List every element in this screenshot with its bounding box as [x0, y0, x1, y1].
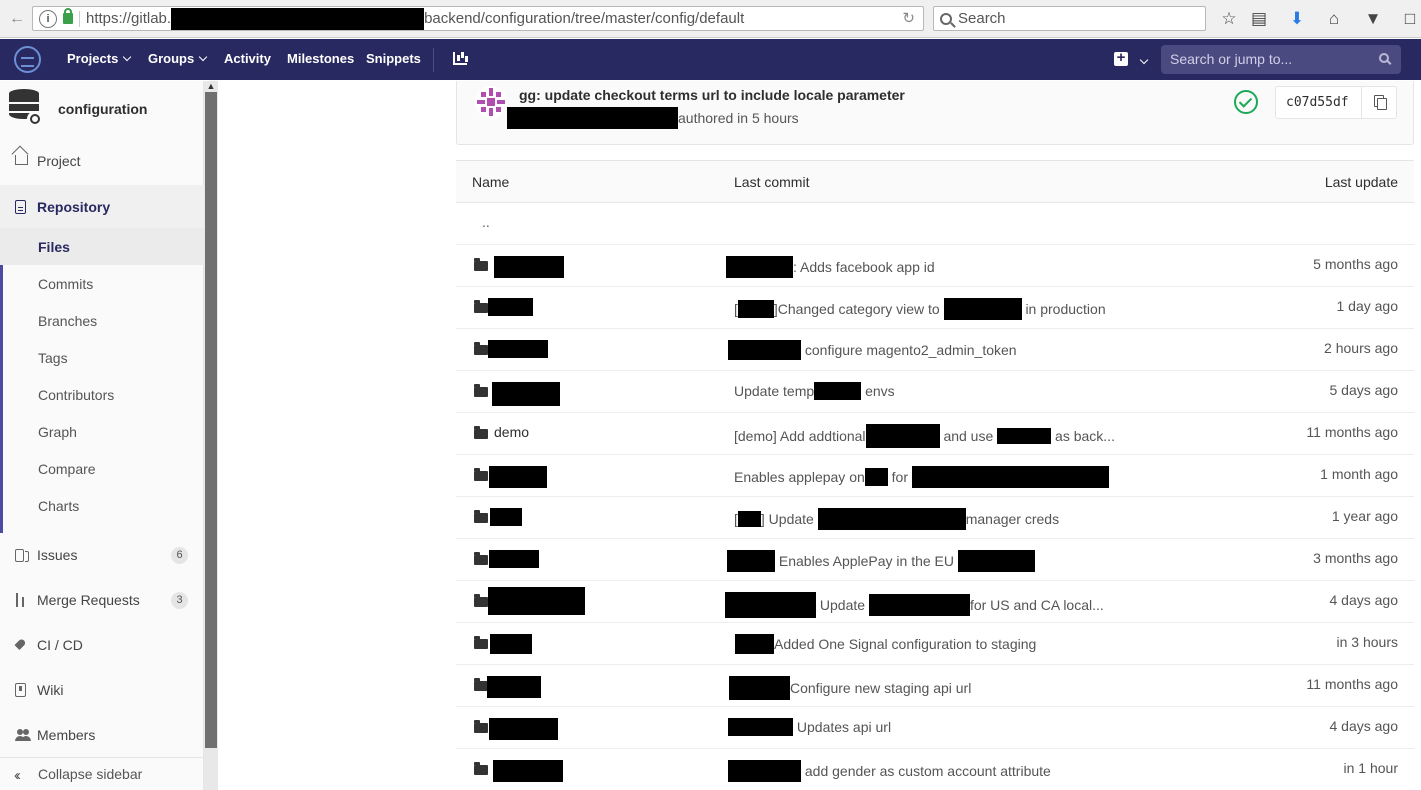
sidebar-subitem-tags[interactable]: Tags	[0, 339, 204, 376]
chart-icon[interactable]	[453, 52, 467, 65]
nav-divider	[433, 48, 434, 72]
sidebar-project-header[interactable]: configuration	[0, 81, 204, 137]
new-item-plus-icon[interactable]	[1114, 49, 1128, 66]
folder-icon	[474, 552, 488, 565]
table-row[interactable]: Added One Signal configuration to stagin…	[456, 623, 1414, 665]
folder-icon	[474, 258, 488, 271]
table-row[interactable]: Enables ApplePay in the EU 3 months ago	[456, 539, 1414, 581]
nav-snippets[interactable]: Snippets	[366, 51, 421, 66]
table-row[interactable]: Update for US and CA local... 4 days ago	[456, 581, 1414, 623]
gitlab-navbar: Projects Groups Activity Milestones Snip…	[0, 39, 1421, 80]
commit-title-link[interactable]: gg: update checkout terms url to include…	[519, 87, 905, 103]
browser-search-input[interactable]: Search	[933, 6, 1206, 31]
table-row[interactable]: : Adds facebook app id 5 months ago	[456, 245, 1414, 287]
book-icon	[15, 683, 26, 697]
folder-icon	[474, 678, 488, 691]
merge-requests-count-badge: 3	[171, 591, 188, 609]
sidebar-subitem-contributors[interactable]: Contributors	[0, 376, 204, 413]
database-icon	[9, 89, 43, 127]
lock-icon	[63, 8, 73, 24]
users-icon	[15, 729, 31, 741]
document-icon	[15, 199, 26, 214]
table-row[interactable]: configure magento2_admin_token 2 hours a…	[456, 329, 1414, 371]
table-row[interactable]: Updates api url 4 days ago	[456, 707, 1414, 749]
folder-icon	[474, 468, 488, 481]
sidebar-item-wiki[interactable]: Wiki	[0, 670, 204, 710]
bookmark-star-icon[interactable]: ☆	[1218, 8, 1240, 30]
nav-search-input[interactable]: Search or jump to...	[1161, 45, 1401, 74]
folder-icon	[474, 384, 488, 397]
collapse-sidebar-button[interactable]: ‹‹ Collapse sidebar	[0, 757, 204, 790]
reading-list-icon[interactable]: ▤	[1248, 8, 1270, 30]
home-icon[interactable]: ⌂	[1323, 8, 1345, 30]
redacted-author	[507, 107, 678, 129]
commit-sha-box: c07d55df	[1275, 86, 1397, 119]
project-name: configuration	[58, 101, 148, 117]
pipeline-passed-icon[interactable]	[1234, 90, 1258, 114]
sidebar-subitem-commits[interactable]: Commits	[0, 265, 204, 302]
sidebar-item-repository[interactable]: Repository	[0, 185, 204, 228]
nav-groups[interactable]: Groups	[148, 51, 208, 66]
project-sidebar: configuration Project Repository Files C…	[0, 81, 204, 790]
sidebar-subitem-branches[interactable]: Branches	[0, 302, 204, 339]
avatar	[475, 86, 507, 118]
folder-icon	[474, 300, 488, 313]
folder-icon	[474, 594, 488, 607]
sidebar-item-members[interactable]: Members	[0, 715, 204, 755]
folder-icon	[474, 762, 488, 775]
sidebar-scrollbar-thumb[interactable]	[205, 92, 217, 748]
table-row[interactable]: Configure new staging api url 11 months …	[456, 665, 1414, 707]
folder-icon	[474, 342, 488, 355]
info-icon[interactable]: i	[39, 9, 57, 28]
table-row[interactable]: Update temp envs 5 days ago	[456, 371, 1414, 413]
gitlab-logo-icon[interactable]	[14, 46, 41, 73]
copy-icon[interactable]	[1361, 87, 1397, 118]
commit-author-meta: authored in 5 hours	[507, 107, 799, 129]
parent-directory-row[interactable]: ..	[456, 203, 1414, 245]
merge-request-icon	[15, 593, 27, 607]
pocket-icon[interactable]: ▼	[1362, 8, 1384, 30]
folder-icon	[474, 510, 488, 523]
download-icon[interactable]: ⬇	[1286, 8, 1308, 30]
table-row[interactable]: []Changed category view to in production…	[456, 287, 1414, 329]
sidebar-subitem-files[interactable]: Files	[0, 228, 204, 265]
url-bar[interactable]: i https://gitlab. backend/configuration/t…	[32, 6, 924, 31]
sidebar-item-merge-requests[interactable]: Merge Requests 3	[0, 580, 204, 620]
nav-milestones[interactable]: Milestones	[287, 51, 354, 66]
search-icon	[1379, 53, 1389, 63]
issues-icon	[15, 548, 29, 562]
folder-icon	[474, 720, 488, 733]
table-row[interactable]: demo [demo] Add addtional and use as bac…	[456, 413, 1414, 455]
table-row[interactable]: [] Update manager creds 1 year ago	[456, 497, 1414, 539]
back-arrow-icon[interactable]: ←	[4, 6, 30, 32]
sidebar-item-project[interactable]: Project	[0, 141, 204, 181]
search-icon	[940, 12, 952, 25]
folder-icon	[474, 636, 488, 649]
nav-activity[interactable]: Activity	[224, 51, 271, 66]
sidebar-item-cicd[interactable]: CI / CD	[0, 625, 204, 665]
chevron-down-icon	[198, 52, 208, 62]
reload-icon[interactable]: ↻	[902, 9, 915, 27]
sidebar-subitem-charts[interactable]: Charts	[0, 487, 204, 524]
table-header: Name Last commit Last update	[456, 160, 1414, 203]
sidebar-subitem-compare[interactable]: Compare	[0, 450, 204, 487]
sidebar-subitem-graph[interactable]: Graph	[0, 413, 204, 450]
file-tree-table: Name Last commit Last update .. : Adds f…	[456, 160, 1414, 790]
browser-toolbar: ← i https://gitlab. backend/configuration…	[0, 0, 1421, 38]
commit-sha-link[interactable]: c07d55df	[1286, 95, 1349, 110]
table-row[interactable]: add gender as custom account attribute i…	[456, 749, 1414, 790]
folder-icon	[474, 426, 488, 439]
scroll-up-icon[interactable]: ▲	[205, 81, 217, 92]
table-row[interactable]: Enables applepay on for 1 month ago	[456, 455, 1414, 497]
double-chevron-left-icon: ‹‹	[14, 767, 21, 784]
screen-icon[interactable]: □	[1399, 8, 1421, 30]
chevron-down-icon	[123, 52, 132, 62]
nav-projects[interactable]: Projects	[67, 51, 132, 66]
home-icon	[15, 155, 28, 165]
url-text: https://gitlab. backend/configuration/tre…	[86, 7, 744, 30]
rocket-icon	[15, 639, 27, 651]
chevron-down-icon	[1139, 55, 1149, 65]
issues-count-badge: 6	[171, 546, 188, 564]
sidebar-item-issues[interactable]: Issues 6	[0, 535, 204, 575]
